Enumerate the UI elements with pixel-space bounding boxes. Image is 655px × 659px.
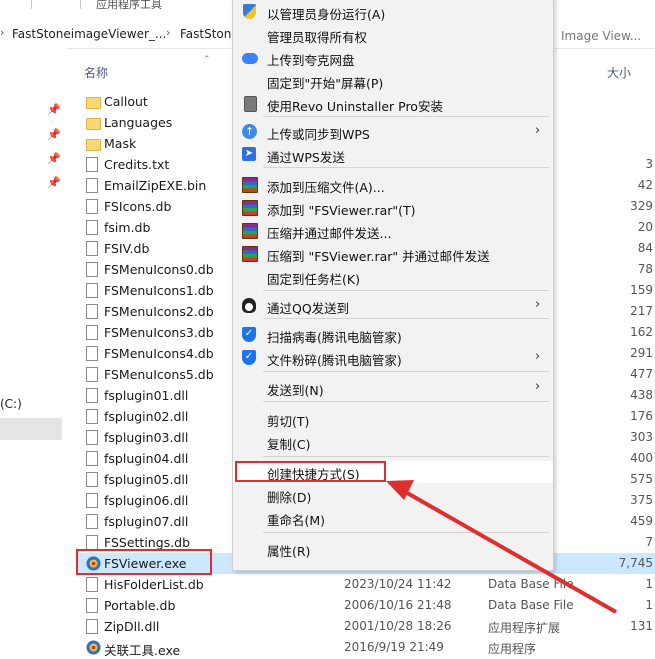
- annotation-arrow: [386, 480, 617, 614]
- arrow-head: [386, 480, 414, 500]
- arrow-shaft: [401, 488, 617, 614]
